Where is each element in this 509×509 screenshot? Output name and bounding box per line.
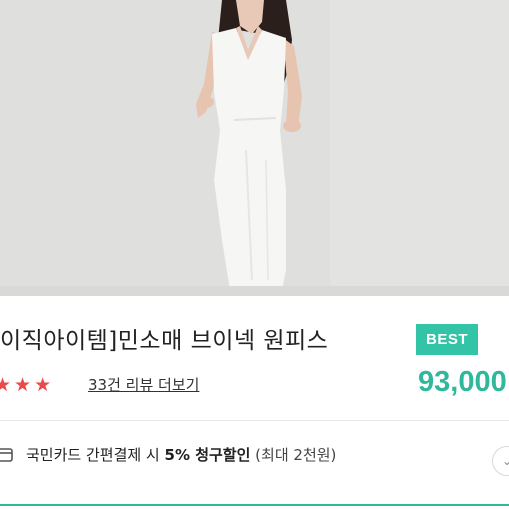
promo-limit: (최대 2천원) bbox=[250, 446, 337, 464]
card-promo-text: 국민카드 간편결제 시 5% 청구할인 (최대 2천원) bbox=[26, 444, 336, 465]
product-photo[interactable] bbox=[0, 0, 509, 296]
promo-discount: 5% 청구할인 bbox=[164, 446, 251, 464]
promo-card-label: 국민카드 간편결제 시 bbox=[26, 446, 165, 464]
star-icon: ★ bbox=[34, 374, 52, 396]
more-icon: ⌄ bbox=[501, 454, 509, 468]
rating-stars: ★ ★ ★ bbox=[0, 374, 51, 396]
product-price: 93,000 bbox=[418, 366, 507, 398]
card-icon bbox=[0, 446, 14, 468]
bottom-accent-line bbox=[0, 504, 509, 506]
star-icon: ★ bbox=[14, 374, 32, 396]
model-wearing-white-dress-image bbox=[0, 0, 509, 296]
review-more-link[interactable]: 33건 리뷰 더보기 bbox=[88, 374, 199, 395]
product-title: 이직아이템]민소매 브이넥 원피스 bbox=[0, 328, 329, 354]
best-badge: BEST bbox=[416, 324, 478, 355]
star-icon: ★ bbox=[0, 374, 12, 396]
more-button[interactable]: ⌄ bbox=[492, 446, 509, 476]
divider bbox=[0, 420, 509, 421]
